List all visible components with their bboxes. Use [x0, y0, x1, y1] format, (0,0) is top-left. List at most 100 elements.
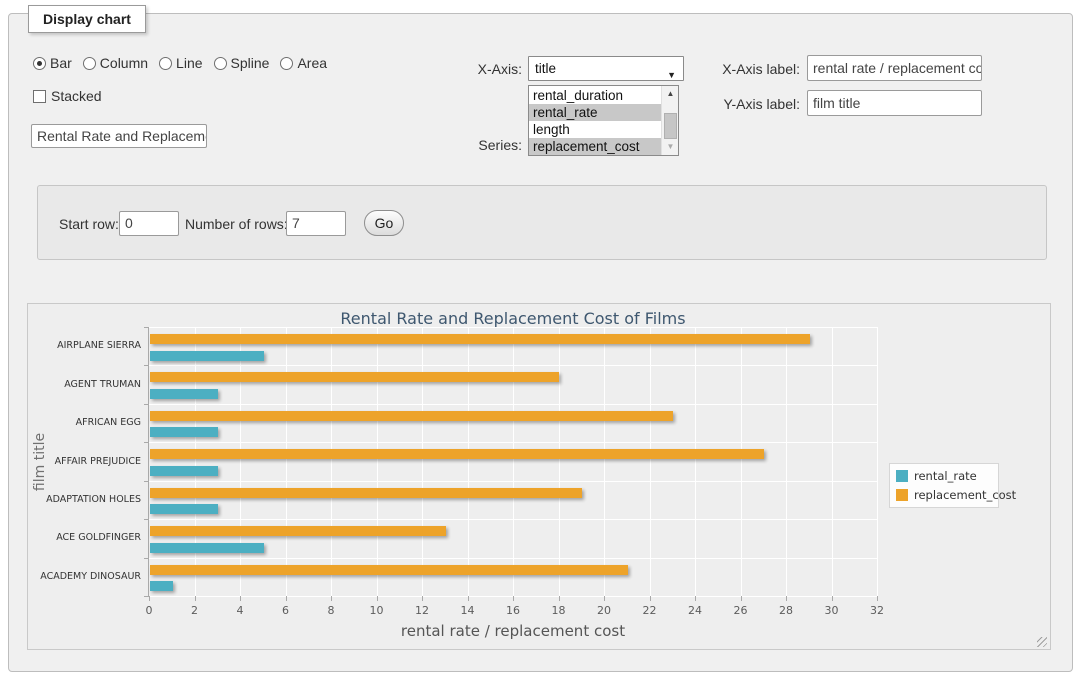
bar-rental_rate[interactable] [150, 543, 264, 553]
stacked-checkbox[interactable] [33, 90, 46, 103]
gridline-vertical [422, 327, 423, 596]
radio-area-label: Area [297, 55, 327, 71]
x-tick-label: 4 [222, 604, 258, 617]
legend-swatch [896, 470, 908, 482]
x-axis-selected-value: title [535, 61, 556, 76]
bar-replacement_cost[interactable] [150, 565, 628, 575]
radio-spline[interactable]: Spline [214, 55, 270, 71]
scroll-up-icon[interactable]: ▲ [662, 86, 679, 102]
bar-replacement_cost[interactable] [150, 372, 559, 382]
series-option-replacement-cost[interactable]: replacement_cost [529, 138, 661, 155]
x-tick-label: 18 [541, 604, 577, 617]
radio-bar-label: Bar [50, 55, 72, 71]
scrollbar-thumb[interactable] [664, 113, 677, 139]
radio-bar-icon[interactable] [33, 57, 46, 70]
series-listbox-label: Series: [440, 137, 522, 153]
gridline-vertical [377, 327, 378, 596]
legend-item-rental_rate[interactable]: rental_rate [896, 469, 992, 483]
series-option-rental-duration[interactable]: rental_duration [529, 87, 661, 104]
gridline-vertical [741, 327, 742, 596]
legend-label: replacement_cost [914, 488, 1016, 502]
bar-rental_rate[interactable] [150, 427, 218, 437]
category-tick [144, 365, 149, 366]
x-axis-tick [832, 596, 833, 601]
radio-line[interactable]: Line [159, 55, 202, 71]
x-axis-tick [604, 596, 605, 601]
gridline-vertical [513, 327, 514, 596]
category-label: ACADEMY DINOSAUR [31, 571, 141, 582]
bar-rental_rate[interactable] [150, 504, 218, 514]
x-tick-label: 16 [495, 604, 531, 617]
fieldset-legend: Display chart [28, 5, 146, 33]
x-tick-label: 8 [313, 604, 349, 617]
bar-replacement_cost[interactable] [150, 526, 446, 536]
x-tick-label: 6 [268, 604, 304, 617]
x-tick-label: 14 [450, 604, 486, 617]
resize-grip-icon[interactable] [1037, 637, 1047, 647]
scroll-down-icon[interactable]: ▼ [662, 139, 679, 155]
radio-bar[interactable]: Bar [33, 55, 72, 71]
y-axis-label-input[interactable]: film title [807, 90, 982, 116]
radio-line-icon[interactable] [159, 57, 172, 70]
stacked-label: Stacked [51, 88, 102, 104]
listbox-scrollbar[interactable]: ▲ ▼ [661, 86, 678, 155]
y-axis-label-label: Y-Axis label: [700, 96, 800, 112]
start-row-input[interactable]: 0 [119, 211, 179, 236]
x-axis-tick [468, 596, 469, 601]
gridline-vertical [786, 327, 787, 596]
radio-column-icon[interactable] [83, 57, 96, 70]
chart-legend: rental_rate replacement_cost [889, 463, 999, 508]
bar-rental_rate[interactable] [150, 389, 218, 399]
x-axis-tick [422, 596, 423, 601]
legend-swatch [896, 489, 908, 501]
bar-replacement_cost[interactable] [150, 334, 810, 344]
row-range-panel: Start row: 0 Number of rows: 7 Go [37, 185, 1047, 260]
series-option-length[interactable]: length [529, 121, 661, 138]
radio-area-icon[interactable] [280, 57, 293, 70]
x-tick-label: 10 [359, 604, 395, 617]
x-axis-select[interactable]: title ▼ [528, 56, 684, 81]
bar-replacement_cost[interactable] [150, 449, 764, 459]
x-tick-label: 32 [859, 604, 895, 617]
chevron-down-icon: ▼ [667, 64, 676, 87]
x-axis-tick [877, 596, 878, 601]
gridline-vertical [832, 327, 833, 596]
legend-label: rental_rate [914, 469, 977, 483]
series-listbox[interactable]: rental_duration rental_rate length repla… [528, 85, 679, 156]
radio-column[interactable]: Column [83, 55, 148, 71]
x-axis-label-input[interactable]: rental rate / replacement cost [807, 55, 982, 81]
x-axis-tick [559, 596, 560, 601]
radio-column-label: Column [100, 55, 148, 71]
plot-area [149, 327, 877, 596]
gridline-vertical [286, 327, 287, 596]
bar-rental_rate[interactable] [150, 466, 218, 476]
radio-spline-icon[interactable] [214, 57, 227, 70]
series-option-rental-rate[interactable]: rental_rate [529, 104, 661, 121]
category-label: AFRICAN EGG [31, 417, 141, 428]
num-rows-input[interactable]: 7 [286, 211, 346, 236]
radio-area[interactable]: Area [280, 55, 327, 71]
x-axis-tick [741, 596, 742, 601]
chart-title: Rental Rate and Replacement Cost of Film… [149, 309, 877, 328]
x-tick-label: 22 [632, 604, 668, 617]
bar-rental_rate[interactable] [150, 581, 173, 591]
category-label: ADAPTATION HOLES [31, 494, 141, 505]
gridline-vertical [650, 327, 651, 596]
gridline-vertical [468, 327, 469, 596]
category-tick [144, 442, 149, 443]
category-tick [144, 558, 149, 559]
gridline-vertical [604, 327, 605, 596]
chart-title-input[interactable]: Rental Rate and Replacement Cost of Film… [31, 124, 207, 148]
stacked-checkbox-row[interactable]: Stacked [33, 88, 102, 104]
legend-item-replacement_cost[interactable]: replacement_cost [896, 488, 992, 502]
bar-replacement_cost[interactable] [150, 488, 582, 498]
bar-rental_rate[interactable] [150, 351, 264, 361]
x-axis-tick [240, 596, 241, 601]
x-tick-label: 0 [131, 604, 167, 617]
category-label: AFFAIR PREJUDICE [31, 456, 141, 467]
x-tick-label: 26 [723, 604, 759, 617]
x-axis-label-label: X-Axis label: [700, 61, 800, 77]
start-row-label: Start row: [59, 216, 119, 232]
bar-replacement_cost[interactable] [150, 411, 673, 421]
go-button[interactable]: Go [364, 210, 404, 236]
